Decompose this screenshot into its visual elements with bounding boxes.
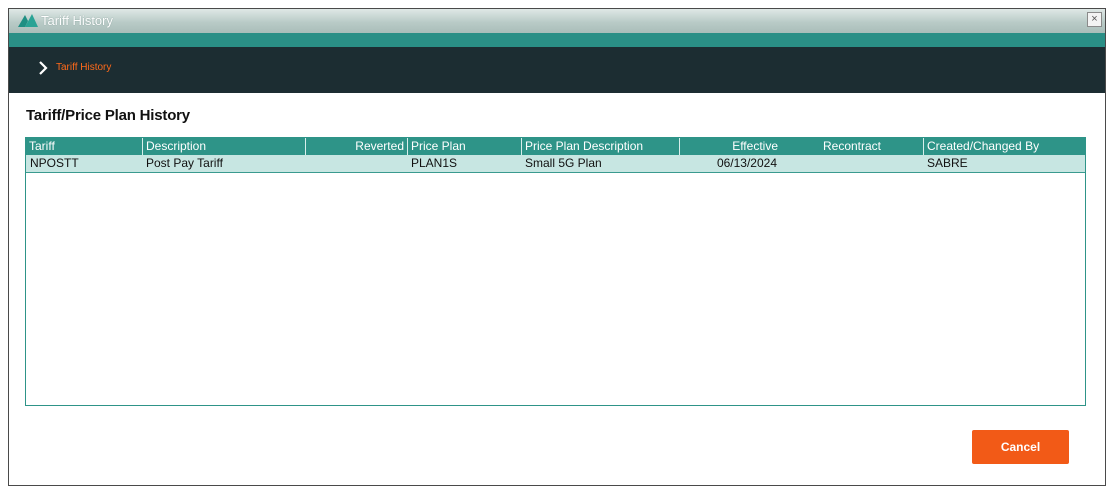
table-header: Tariff Description Reverted Price Plan P… [26, 138, 1085, 155]
cell-created-changed-by: SABRE [927, 156, 968, 170]
column-header-reverted[interactable]: Reverted [305, 138, 407, 155]
column-header-tariff[interactable]: Tariff [26, 138, 142, 155]
breadcrumb-item-tariff-history[interactable]: Tariff History [56, 62, 111, 73]
column-header-description[interactable]: Description [142, 138, 305, 155]
column-header-price-plan-description[interactable]: Price Plan Description [521, 138, 679, 155]
cell-tariff: NPOSTT [30, 156, 79, 170]
column-header-recontract[interactable]: Recontract [781, 138, 923, 155]
table-row[interactable]: NPOSTT Post Pay Tariff PLAN1S Small 5G P… [26, 155, 1085, 173]
cell-price-plan-description: Small 5G Plan [525, 156, 602, 170]
tariff-history-table: Tariff Description Reverted Price Plan P… [25, 137, 1086, 406]
accent-bar [9, 33, 1105, 47]
breadcrumb: Tariff History [9, 47, 1105, 93]
cell-description: Post Pay Tariff [146, 156, 223, 170]
cell-recontract [781, 155, 923, 172]
close-button[interactable]: × [1087, 12, 1102, 27]
cell-effective: 06/13/2024 [716, 156, 777, 170]
column-header-effective[interactable]: Effective [679, 138, 781, 155]
chevron-right-icon [39, 61, 48, 75]
page-title: Tariff/Price Plan History [26, 107, 190, 124]
tariff-history-dialog: Tariff History × Tariff History Tariff/P… [8, 8, 1106, 486]
app-logo-icon [18, 14, 38, 27]
cancel-button[interactable]: Cancel [972, 430, 1069, 464]
cell-reverted [305, 155, 407, 172]
cell-price-plan: PLAN1S [411, 156, 458, 170]
column-header-created-changed-by[interactable]: Created/Changed By [923, 138, 1085, 155]
window-title: Tariff History [41, 13, 113, 28]
title-bar[interactable]: Tariff History × [9, 9, 1105, 33]
column-header-price-plan[interactable]: Price Plan [407, 138, 521, 155]
